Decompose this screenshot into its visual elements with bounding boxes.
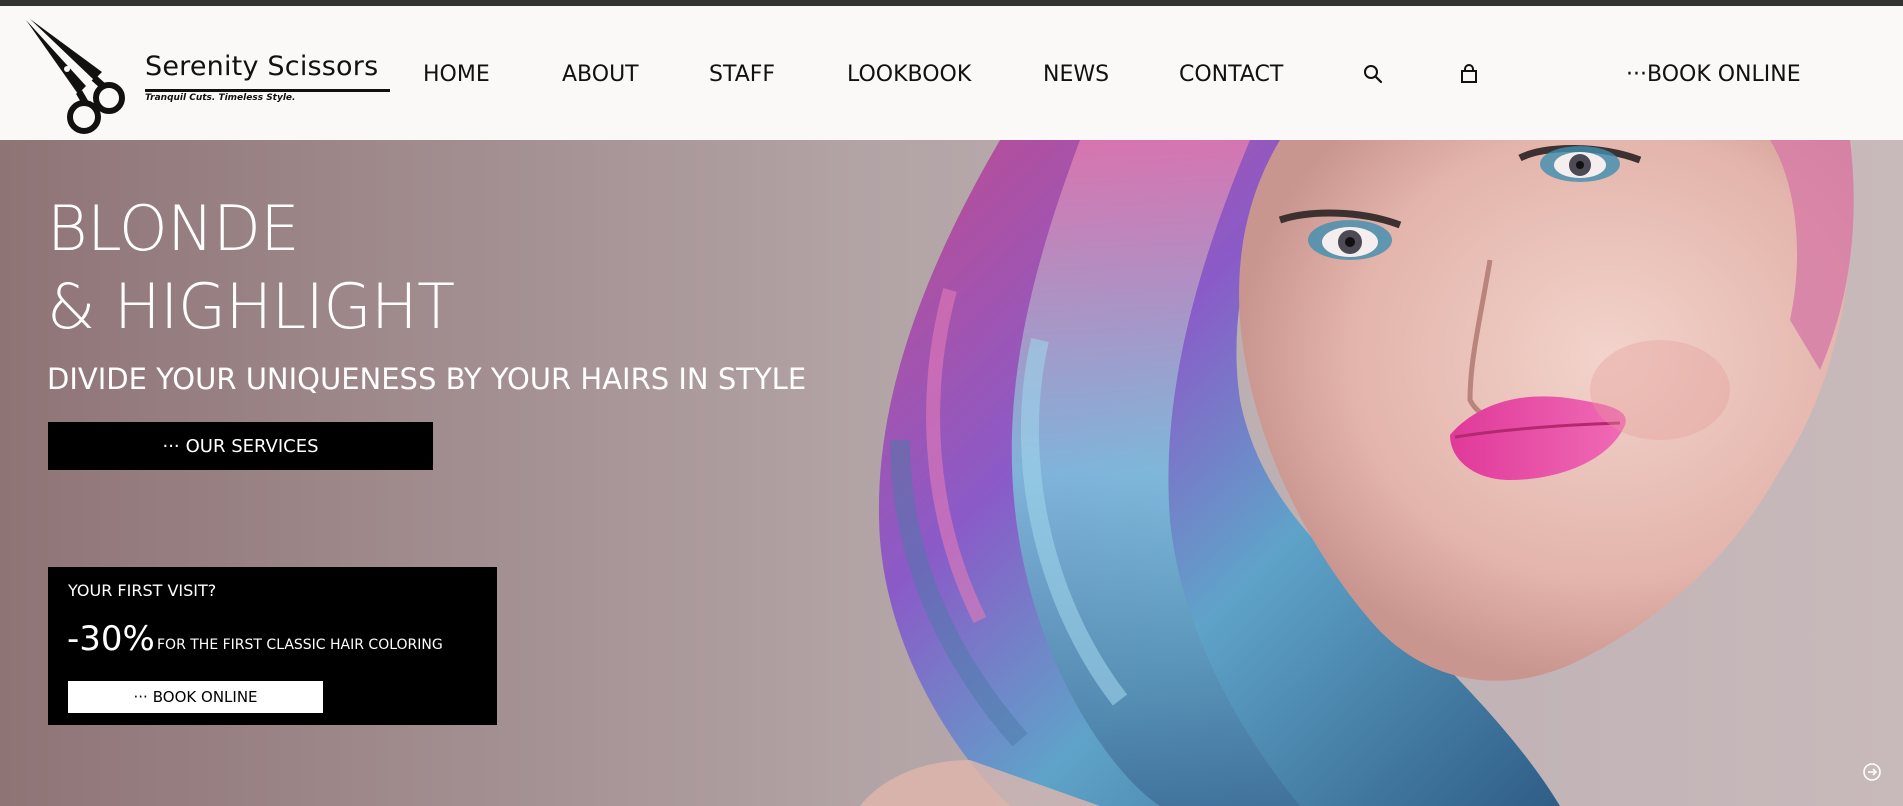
hero-subtitle: DIVIDE YOUR UNIQUENESS BY YOUR HAIRS IN … <box>47 362 807 396</box>
nav-about[interactable]: ABOUT <box>562 62 639 87</box>
our-services-button[interactable]: ··· OUR SERVICES <box>48 422 433 470</box>
hero-title-line2: & HIGHLIGHT <box>47 270 455 343</box>
promo-label: YOUR FIRST VISIT? <box>68 581 217 600</box>
brand-name: Serenity Scissors <box>145 51 379 82</box>
scissors-logo-icon <box>26 19 125 134</box>
nav-home[interactable]: HOME <box>423 62 490 87</box>
dots-icon: ··· <box>162 435 180 457</box>
arrow-circle-right-icon[interactable] <box>1861 761 1883 783</box>
book-online-nav-label: BOOK ONLINE <box>1646 62 1801 87</box>
hero-title: BLONDE & HIGHLIGHT <box>47 190 455 346</box>
search-icon[interactable] <box>1360 61 1386 87</box>
nav-lookbook[interactable]: LOOKBOOK <box>847 62 971 87</box>
dots-icon: ··· <box>133 688 148 706</box>
logo-divider <box>145 89 390 92</box>
nav-news[interactable]: NEWS <box>1043 62 1109 87</box>
book-online-nav-button[interactable]: ···BOOK ONLINE <box>1626 62 1801 87</box>
promo-description: FOR THE FIRST CLASSIC HAIR COLORING <box>157 637 443 653</box>
brand-tagline: Tranquil Cuts. Timeless Style. <box>145 93 296 103</box>
hero-banner: BLONDE & HIGHLIGHT DIVIDE YOUR UNIQUENES… <box>0 140 1903 806</box>
promo-discount: -30% <box>67 619 155 659</box>
hero-title-line1: BLONDE <box>47 192 300 265</box>
dots-icon: ··· <box>1626 62 1647 87</box>
promo-book-online-label: BOOK ONLINE <box>152 688 258 706</box>
nav-staff[interactable]: STAFF <box>709 62 775 87</box>
site-header: Serenity Scissors Tranquil Cuts. Timeles… <box>0 6 1903 140</box>
our-services-label: OUR SERVICES <box>185 435 319 457</box>
shopping-bag-icon[interactable] <box>1456 61 1482 87</box>
logo[interactable]: Serenity Scissors Tranquil Cuts. Timeles… <box>24 14 390 139</box>
promo-book-online-button[interactable]: ··· BOOK ONLINE <box>68 681 323 713</box>
nav-contact[interactable]: CONTACT <box>1179 62 1283 87</box>
first-visit-promo: YOUR FIRST VISIT? -30% FOR THE FIRST CLA… <box>48 567 497 725</box>
